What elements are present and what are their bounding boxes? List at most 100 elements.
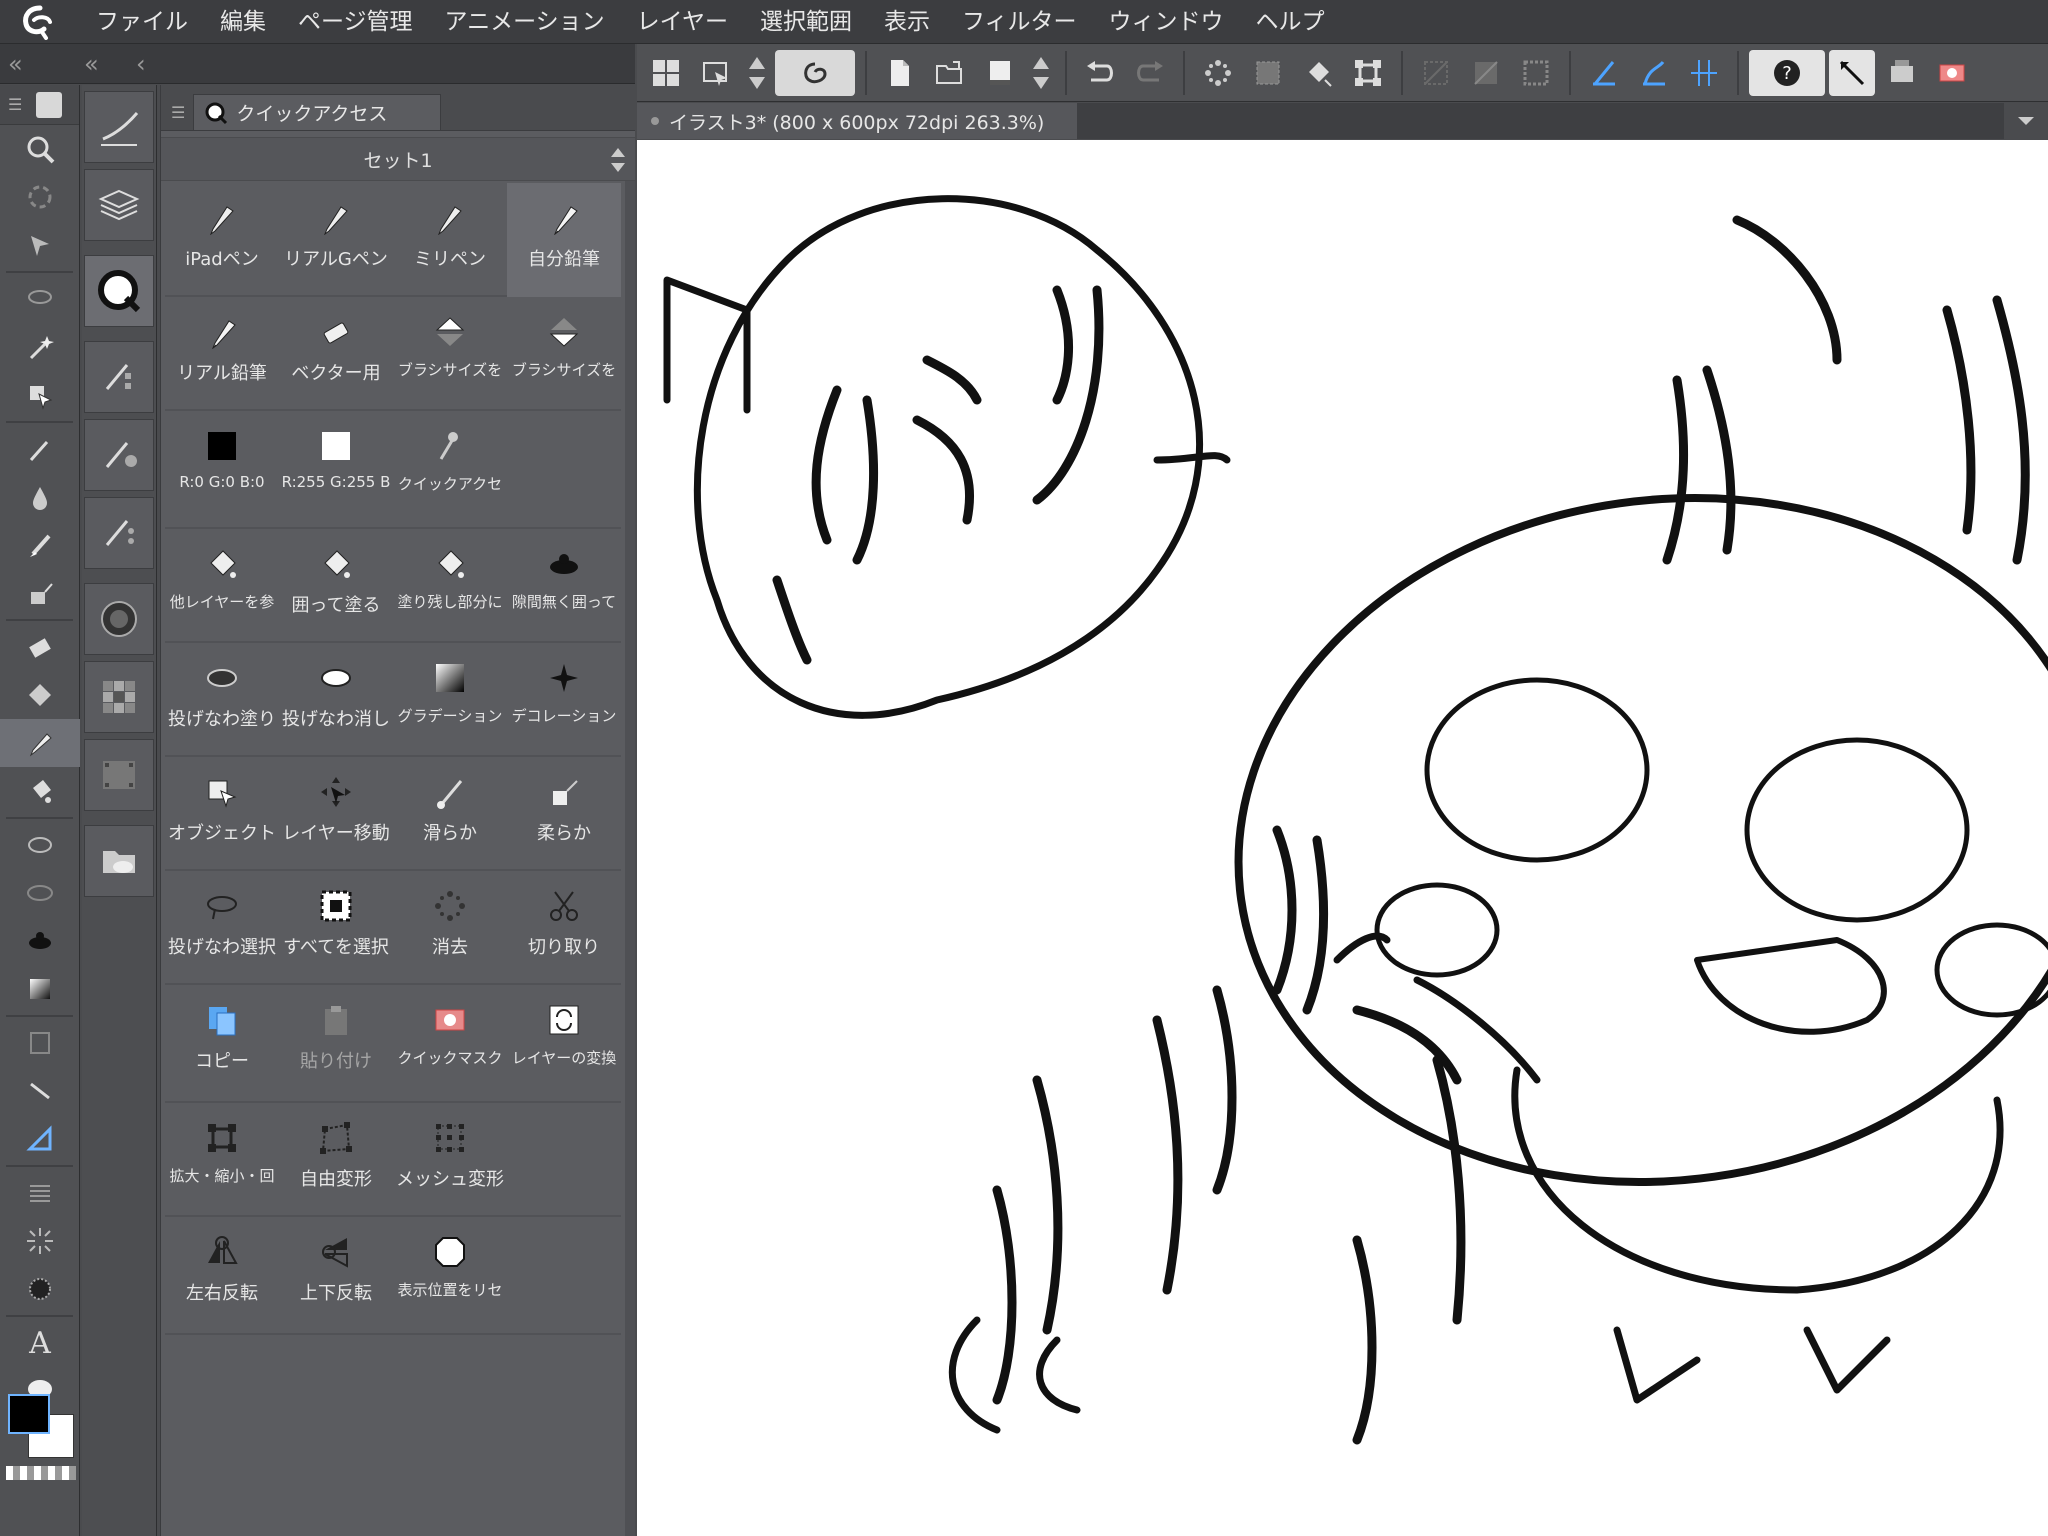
zoom-tool-icon[interactable] <box>0 125 80 173</box>
menu-help[interactable]: ヘルプ <box>1240 0 1341 44</box>
quick-access-item[interactable]: R:0 G:0 B:0 <box>165 411 279 529</box>
quick-mask-icon[interactable] <box>1929 50 1975 96</box>
quick-access-item[interactable]: 消去 <box>393 871 507 985</box>
eyedropper-tool-icon[interactable] <box>0 425 80 473</box>
quick-access-item[interactable]: 切り取り <box>507 871 621 985</box>
blend-tool-icon[interactable] <box>0 671 80 719</box>
tab-menu-icon[interactable] <box>2004 103 2048 139</box>
quick-access-item[interactable]: 投げなわ塗り <box>165 643 279 757</box>
drawing-canvas[interactable] <box>637 140 2048 1536</box>
quick-access-tab[interactable]: クイックアクセス <box>193 94 442 130</box>
tool-property-icon[interactable] <box>84 341 154 413</box>
panel-menu-icon[interactable]: ☰ <box>165 103 193 130</box>
radial-line-icon[interactable] <box>0 1217 80 1265</box>
fill-icon[interactable] <box>1295 50 1341 96</box>
color-swatch[interactable] <box>4 1390 76 1480</box>
quick-access-item[interactable]: リアルGペン <box>279 183 393 297</box>
quick-access-item[interactable]: オブジェクト <box>165 757 279 871</box>
quick-access-item[interactable]: グラデーション <box>393 643 507 757</box>
quick-access-item[interactable]: 表示位置をリセ <box>393 1217 507 1335</box>
expand-icon[interactable] <box>1829 49 1875 96</box>
ink-drop-icon[interactable] <box>0 473 80 521</box>
quick-access-item[interactable]: すべてを選択 <box>279 871 393 985</box>
app-logo-icon[interactable] <box>0 0 80 44</box>
rotate-tool-icon[interactable] <box>0 173 80 221</box>
quick-access-item[interactable]: 左右反転 <box>165 1217 279 1335</box>
clear-icon[interactable] <box>1195 50 1241 96</box>
text-tool-icon[interactable]: A <box>0 1319 80 1367</box>
subtool-detail-icon[interactable] <box>84 497 154 569</box>
undo-icon[interactable] <box>1077 50 1123 96</box>
operation-tool-icon[interactable] <box>0 221 80 269</box>
quick-access-item[interactable]: 他レイヤーを参 <box>165 529 279 643</box>
blob-tool-icon[interactable] <box>0 917 80 965</box>
ruler-tool-icon[interactable] <box>0 1115 80 1163</box>
menu-selection[interactable]: 選択範囲 <box>744 0 868 44</box>
menu-file[interactable]: ファイル <box>80 0 204 44</box>
menu-filter[interactable]: フィルター <box>946 0 1093 44</box>
menu-view[interactable]: 表示 <box>868 0 946 44</box>
quick-access-item[interactable]: レイヤー移動 <box>279 757 393 871</box>
help-icon[interactable]: ? <box>1749 49 1825 96</box>
layer-stack-icon[interactable] <box>84 169 154 241</box>
collapse-left-icon[interactable]: « <box>8 50 23 78</box>
line-tool-icon[interactable] <box>0 1067 80 1115</box>
quick-access-item[interactable]: 自分鉛筆 <box>507 183 621 297</box>
quick-access-item[interactable]: ベクター用 <box>279 297 393 411</box>
quick-access-item[interactable]: 隙間無く囲って <box>507 529 621 643</box>
quick-access-item[interactable]: メッシュ変形 <box>393 1103 507 1217</box>
quick-access-item[interactable]: デコレーション <box>507 643 621 757</box>
menu-animation[interactable]: アニメーション <box>429 0 621 44</box>
pen-tab-icon[interactable] <box>36 91 63 118</box>
collapse-left-icon[interactable]: « <box>84 50 99 78</box>
redo-icon[interactable] <box>1127 50 1173 96</box>
lasso-fill-tool-icon[interactable] <box>0 869 80 917</box>
quick-access-item[interactable]: コピー <box>165 985 279 1103</box>
quick-access-item[interactable]: 滑らか <box>393 757 507 871</box>
material-icon[interactable] <box>84 825 154 897</box>
fill-tool-icon[interactable] <box>0 767 80 815</box>
frame-tool-icon[interactable] <box>0 1019 80 1067</box>
scrollbar[interactable] <box>625 181 635 1536</box>
quick-access-item[interactable]: 囲って塗る <box>279 529 393 643</box>
updown-arrows-icon[interactable] <box>743 50 771 96</box>
grid-view-icon[interactable] <box>643 50 689 96</box>
snap-ruler-icon[interactable] <box>1581 50 1627 96</box>
transparent-swatch[interactable] <box>6 1466 76 1480</box>
hatch-tool-icon[interactable] <box>0 1169 80 1217</box>
menu-window[interactable]: ウィンドウ <box>1093 0 1240 44</box>
gradient-tool-icon[interactable] <box>0 965 80 1013</box>
scanner-icon[interactable] <box>1879 50 1925 96</box>
quick-access-set-select[interactable]: セット1 <box>161 137 635 181</box>
updown-arrows-icon[interactable] <box>1027 50 1055 96</box>
reference-layer-icon[interactable] <box>1513 50 1559 96</box>
brush-tool-icon[interactable] <box>0 521 80 569</box>
quick-access-item[interactable]: 貼り付け <box>279 985 393 1103</box>
quick-access-icon[interactable] <box>84 255 154 327</box>
menu-icon[interactable]: ☰ <box>8 95 22 114</box>
open-folder-icon[interactable] <box>927 50 973 96</box>
quick-access-item[interactable]: 拡大・縮小・回 <box>165 1103 279 1217</box>
quick-access-item[interactable]: R:255 G:255 B <box>279 411 393 529</box>
quick-access-item[interactable]: 投げなわ消し <box>279 643 393 757</box>
color-wheel-icon[interactable] <box>84 583 154 655</box>
quick-access-item[interactable]: ブラシサイズを <box>507 297 621 411</box>
quick-access-item[interactable]: リアル鉛筆 <box>165 297 279 411</box>
clip-layer-icon[interactable] <box>1463 50 1509 96</box>
clip-studio-icon[interactable] <box>775 49 855 96</box>
quick-access-item[interactable]: iPadペン <box>165 183 279 297</box>
magic-wand-icon[interactable] <box>0 323 80 371</box>
new-file-icon[interactable] <box>877 50 923 96</box>
pencil-tool-icon[interactable] <box>0 719 80 767</box>
lasso-tool-icon[interactable] <box>0 275 80 323</box>
airbrush-tool-icon[interactable] <box>0 569 80 617</box>
quick-access-item[interactable]: クイックアクセ <box>393 411 507 529</box>
menu-edit[interactable]: 編集 <box>204 0 282 44</box>
menu-layer[interactable]: レイヤー <box>621 0 744 44</box>
pen-group-icon[interactable] <box>84 91 154 163</box>
quick-access-item[interactable]: ミリペン <box>393 183 507 297</box>
transform-icon[interactable] <box>1345 50 1391 96</box>
document-tab[interactable]: イラスト3* (800 x 600px 72dpi 263.3%) <box>637 103 1077 139</box>
brush-size-icon[interactable] <box>84 419 154 491</box>
quick-access-item[interactable]: 投げなわ選択 <box>165 871 279 985</box>
